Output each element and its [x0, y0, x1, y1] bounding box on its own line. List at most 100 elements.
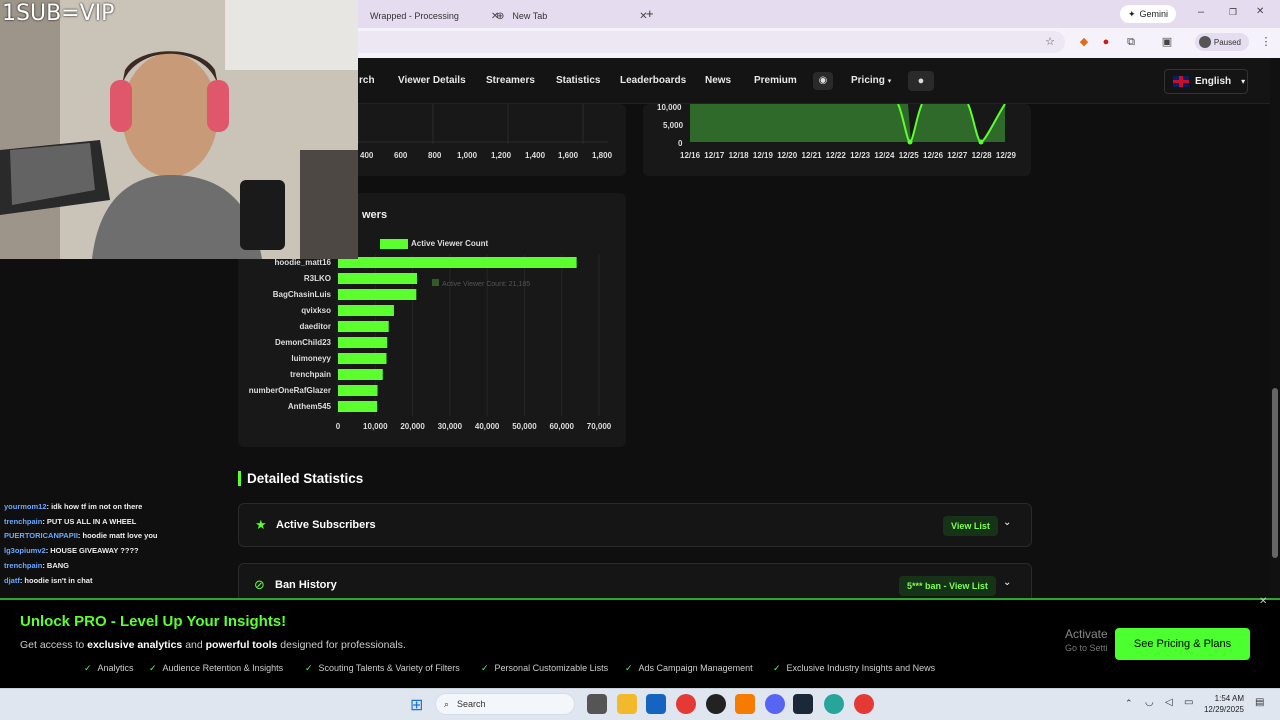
feature-item: Analytics [84, 663, 134, 674]
chat-message: trenchpain: PUT US ALL IN A WHEEL [4, 517, 136, 526]
tray-chevron-icon[interactable]: ⌃ [1125, 698, 1133, 709]
row-title: Ban History [275, 579, 337, 591]
chat-message: trenchpain: BANG [4, 561, 69, 570]
ban-icon: ⊘ [254, 577, 265, 592]
sub-text: 1SUB=VIP [2, 1, 115, 26]
bar-luimoneyy[interactable] [338, 353, 387, 364]
webcam-overlay: 1SUB=VIP [0, 0, 358, 259]
active-subscribers-row[interactable]: ★ Active Subscribers View List ⌄ [238, 503, 1032, 547]
search-icon: ⌕ [444, 698, 450, 709]
category-label: numberOneRafGlazer [249, 386, 331, 395]
view-list-button[interactable]: View List [943, 516, 998, 536]
chat-text: : hoodie matt love you [77, 531, 158, 540]
chrome-icon[interactable] [676, 694, 696, 714]
chat-text: : hoodie isn't in chat [19, 576, 93, 585]
chat-username: PUERTORICANPAPII [4, 531, 78, 540]
tooltip-swatch [432, 279, 439, 286]
category-label: luimoneyy [291, 354, 331, 363]
notification-icon[interactable]: ▤ [1255, 697, 1264, 708]
category-label: hoodie_matt16 [275, 258, 332, 267]
chat-username: yourmom12 [4, 502, 47, 511]
category-label: R3LKO [304, 274, 331, 283]
bar-hoodie_matt16[interactable] [338, 257, 577, 268]
file-explorer-icon[interactable] [617, 694, 637, 714]
steam-icon[interactable] [793, 694, 813, 714]
app-icon[interactable] [735, 694, 755, 714]
chrome-icon[interactable] [854, 694, 874, 714]
bar-daeditor[interactable] [338, 321, 389, 332]
feature-item: Personal Customizable Lists [481, 663, 609, 674]
tooltip-text: Active Viewer Count: 21,185 [442, 281, 531, 288]
category-label: qvixkso [301, 306, 331, 315]
chevron-down-icon[interactable]: ⌄ [1003, 517, 1011, 528]
task-view-icon[interactable] [587, 694, 607, 714]
scrollbar-thumb[interactable] [1272, 388, 1278, 558]
category-label: BagChasinLuis [273, 290, 332, 299]
bar-trenchpain[interactable] [338, 369, 383, 380]
store-icon[interactable] [646, 694, 666, 714]
bar-DemonChild23[interactable] [338, 337, 388, 348]
chat-message: lg3opiumv2: HOUSE GIVEAWAY ???? [4, 546, 139, 555]
close-icon[interactable]: ✕ [1259, 596, 1267, 607]
chat-text: : HOUSE GIVEAWAY ???? [45, 546, 139, 555]
feature-item: Exclusive Industry Insights and News [773, 663, 936, 674]
x-tick-label: 20,000 [400, 422, 425, 431]
view-list-button[interactable]: 5*** ban - View List [899, 576, 996, 596]
category-label: daeditor [299, 322, 331, 331]
clock-time: 1:54 AM [1214, 694, 1244, 703]
bar-BagChasinLuis[interactable] [338, 289, 417, 300]
wifi-icon[interactable]: ◡ [1145, 697, 1154, 708]
x-tick-label: 30,000 [438, 422, 463, 431]
chat-username: lg3opiumv2 [4, 546, 46, 555]
chat-message: djatf: hoodie isn't in chat [4, 576, 92, 585]
heading-accent [238, 471, 241, 486]
tooltip: Active Viewer Count: 21,185 [432, 279, 530, 288]
scrollbar[interactable] [1270, 58, 1280, 598]
windows-start-icon[interactable]: ⊞ [410, 695, 423, 715]
chat-text: : idk how tf im not on there [46, 502, 143, 511]
category-label: trenchpain [290, 370, 331, 379]
clock-date: 12/29/2025 [1203, 705, 1244, 714]
feature-item: Scouting Talents & Variety of Filters [305, 663, 460, 674]
promo-headline: Unlock PRO - Level Up Your Insights! [20, 613, 287, 630]
x-tick-label: 0 [336, 422, 341, 431]
row-title: Active Subscribers [276, 519, 376, 531]
chevron-down-icon[interactable]: ⌄ [1003, 577, 1011, 588]
chat-username: trenchpain [4, 561, 43, 570]
activate-title: Activate [1065, 627, 1108, 641]
chat-username: trenchpain [4, 517, 43, 526]
app-icon[interactable] [706, 694, 726, 714]
star-icon: ★ [255, 517, 267, 532]
feature-item: Audience Retention & Insights [149, 663, 284, 674]
clock[interactable]: 1:54 AM 12/29/2025 [1200, 693, 1244, 715]
chat-message: PUERTORICANPAPII: hoodie matt love you [4, 531, 158, 540]
battery-icon[interactable]: ▭ [1184, 697, 1193, 708]
bar-numberOneRafGlazer[interactable] [338, 385, 378, 396]
chat-text: : PUT US ALL IN A WHEEL [42, 517, 137, 526]
section-heading: Detailed Statistics [247, 471, 364, 486]
promo-subtext: Get access to exclusive analytics and po… [20, 639, 406, 651]
search-label: Search [457, 699, 486, 709]
x-tick-label: 40,000 [475, 422, 500, 431]
discord-taskbar-icon[interactable] [765, 694, 785, 714]
bar-R3LKO[interactable] [338, 273, 417, 284]
activate-sub: Go to Setti [1065, 643, 1108, 653]
speaker-icon[interactable]: ◁ [1165, 697, 1173, 708]
promo-banner: Unlock PRO - Level Up Your Insights! Get… [0, 596, 1280, 688]
x-tick-label: 50,000 [512, 422, 537, 431]
see-pricing-button[interactable]: See Pricing & Plans [1115, 628, 1250, 660]
category-label: DemonChild23 [275, 338, 332, 347]
x-tick-label: 10,000 [363, 422, 388, 431]
chat-message: yourmom12: idk how tf im not on there [4, 502, 142, 511]
webcam-image [0, 0, 358, 259]
feature-item: Ads Campaign Management [625, 663, 753, 674]
x-tick-label: 70,000 [587, 422, 612, 431]
category-label: Anthem545 [288, 402, 332, 411]
taskbar [0, 688, 1280, 720]
chat-username: djatf [4, 576, 20, 585]
taskbar-search[interactable]: ⌕ Search [435, 693, 575, 715]
chrome-icon[interactable] [824, 694, 844, 714]
bar-Anthem545[interactable] [338, 401, 378, 412]
x-tick-label: 60,000 [549, 422, 574, 431]
bar-qvixkso[interactable] [338, 305, 394, 316]
